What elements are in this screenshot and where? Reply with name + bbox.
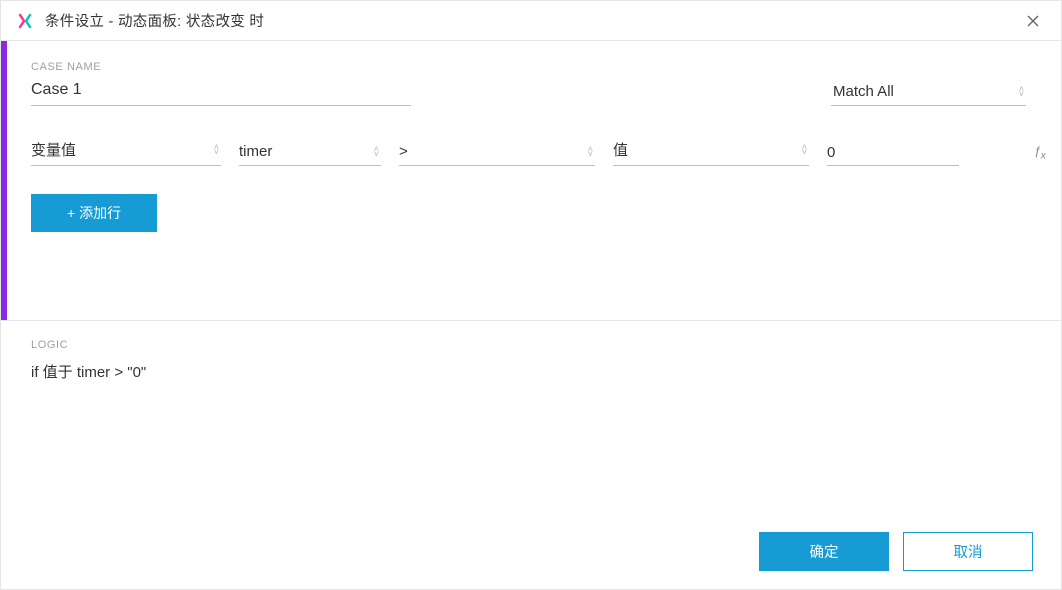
operator-select[interactable]: > ˄˅ <box>399 138 595 166</box>
app-logo-icon <box>17 13 33 29</box>
operator-value: > <box>399 143 408 160</box>
titlebar: 条件设立 - 动态面板: 状态改变 时 <box>1 1 1061 41</box>
condition-type-select[interactable]: 变量值 ˄˅ <box>31 134 221 166</box>
value-input-wrap: ƒx <box>827 141 959 166</box>
logic-label: LOGIC <box>31 339 1031 351</box>
dialog-title: 条件设立 - 动态面板: 状态改变 时 <box>45 10 264 31</box>
condition-row: 变量值 ˄˅ timer ˄˅ > ˄˅ 值 ˄˅ ƒx <box>31 134 1031 166</box>
value-input[interactable] <box>827 144 1026 161</box>
case-name-row: Match All ˄˅ <box>31 75 1031 106</box>
variable-value: timer <box>239 143 272 160</box>
close-button[interactable] <box>1019 7 1047 35</box>
chevron-updown-icon: ˄˅ <box>1019 87 1024 97</box>
case-name-input[interactable] <box>31 75 411 106</box>
dialog-footer: 确定 取消 <box>1 520 1061 589</box>
variable-select[interactable]: timer ˄˅ <box>239 138 381 166</box>
fx-button[interactable]: ƒx <box>1034 144 1046 161</box>
accent-strip <box>1 41 7 320</box>
case-name-label: CASE NAME <box>31 61 1031 73</box>
close-icon <box>1026 14 1040 28</box>
logic-expression: if 值于 timer > "0" <box>31 361 1031 382</box>
conditions-section: CASE NAME Match All ˄˅ 变量值 ˄˅ timer ˄˅ >… <box>1 41 1061 321</box>
chevron-updown-icon: ˄˅ <box>588 147 593 157</box>
add-row-button[interactable]: + 添加行 <box>31 194 157 232</box>
cancel-button[interactable]: 取消 <box>903 532 1033 571</box>
match-mode-select[interactable]: Match All ˄˅ <box>831 78 1026 106</box>
chevron-updown-icon: ˄˅ <box>802 145 807 155</box>
condition-type-value: 变量值 <box>31 139 76 160</box>
logic-section: LOGIC if 值于 timer > "0" <box>1 321 1061 520</box>
compare-type-value: 值 <box>613 139 628 160</box>
dialog-content: CASE NAME Match All ˄˅ 变量值 ˄˅ timer ˄˅ >… <box>1 41 1061 589</box>
match-mode-value: Match All <box>833 83 894 100</box>
chevron-updown-icon: ˄˅ <box>374 147 379 157</box>
ok-button[interactable]: 确定 <box>759 532 889 571</box>
chevron-updown-icon: ˄˅ <box>214 145 219 155</box>
compare-type-select[interactable]: 值 ˄˅ <box>613 134 809 166</box>
